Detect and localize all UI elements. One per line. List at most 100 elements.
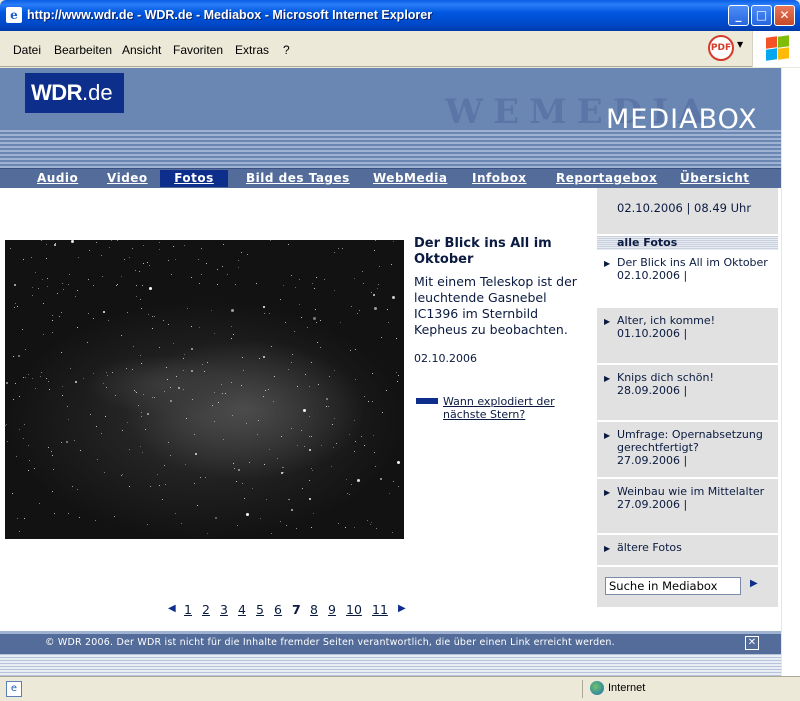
star: [107, 375, 108, 376]
sidebar-entry-active[interactable]: ▶ Der Blick ins All im Oktober 02.10.2006…: [597, 250, 778, 307]
star: [238, 267, 239, 268]
star: [164, 465, 165, 466]
star: [258, 420, 259, 421]
star: [88, 313, 89, 314]
page-link-10[interactable]: 10: [346, 602, 362, 617]
star: [52, 332, 53, 333]
star: [135, 270, 136, 271]
star: [191, 326, 192, 327]
pager-next-icon[interactable]: ▶: [398, 603, 406, 614]
page-link-3[interactable]: 3: [220, 602, 228, 617]
star: [22, 329, 23, 330]
page-link-11[interactable]: 11: [372, 602, 388, 617]
sidebar-entry[interactable]: ▶ Weinbau wie im Mittelalter 27.09.2006 |: [597, 479, 778, 533]
sidebar-older-photos[interactable]: ▶ ältere Fotos: [597, 535, 778, 565]
globe-icon: [590, 681, 604, 695]
sidebar-entry[interactable]: ▶ Alter, ich komme! 01.10.2006 |: [597, 308, 778, 363]
star: [12, 493, 13, 494]
star: [28, 374, 29, 375]
nav-infobox[interactable]: Infobox: [472, 170, 527, 187]
star: [148, 314, 149, 315]
pager-prev-icon[interactable]: ◀: [168, 603, 176, 614]
page-link-5[interactable]: 5: [256, 602, 264, 617]
star: [154, 397, 155, 398]
footer: © WDR 2006. Der WDR ist nicht für die In…: [0, 631, 781, 654]
star: [372, 401, 373, 402]
star: [347, 493, 348, 494]
star: [150, 486, 151, 487]
star: [265, 390, 266, 391]
star: [133, 346, 134, 347]
star: [114, 516, 115, 517]
nav-audio[interactable]: Audio: [37, 170, 78, 187]
menu-bearbeiten[interactable]: Bearbeiten: [54, 43, 112, 57]
star: [132, 248, 133, 249]
star: [269, 313, 270, 314]
page-link-8[interactable]: 8: [310, 602, 318, 617]
nav-fotos[interactable]: Fotos: [160, 170, 228, 187]
maximize-button[interactable]: □: [751, 5, 772, 26]
pdf-icon[interactable]: PDF: [708, 35, 734, 61]
star: [286, 525, 287, 526]
star: [221, 384, 222, 385]
star: [354, 278, 355, 279]
nav-reportagebox[interactable]: Reportagebox: [556, 170, 657, 187]
sidebar-entry[interactable]: ▶ Umfrage: Opernabsetzung gerechtfertigt…: [597, 422, 778, 477]
menu-ansicht[interactable]: Ansicht: [122, 43, 161, 57]
star: [370, 524, 371, 525]
nav-uebersicht[interactable]: Übersicht: [680, 170, 750, 187]
menu-favoriten[interactable]: Favoriten: [173, 43, 223, 57]
page-link-2[interactable]: 2: [202, 602, 210, 617]
nav-bild-des-tages[interactable]: Bild des Tages: [246, 170, 350, 187]
star: [214, 392, 215, 393]
sidebar-entry[interactable]: ▶ Knips dich schön! 28.09.2006 |: [597, 365, 778, 420]
page-link-6[interactable]: 6: [274, 602, 282, 617]
star: [381, 337, 382, 338]
related-article-link[interactable]: Wann explodiert der nächste Stern?: [443, 395, 583, 421]
page-link-1[interactable]: 1: [184, 602, 192, 617]
close-icon[interactable]: ✕: [745, 636, 759, 650]
star: [25, 377, 26, 378]
star: [315, 309, 316, 310]
page-link-9[interactable]: 9: [328, 602, 336, 617]
menu-datei[interactable]: Datei: [13, 43, 41, 57]
star: [19, 429, 20, 430]
star: [243, 370, 244, 371]
star: [299, 279, 300, 280]
sidebar-section-header: alle Fotos: [597, 236, 778, 250]
star: [25, 349, 26, 350]
nav-webmedia[interactable]: WebMedia: [373, 170, 447, 187]
star: [165, 484, 166, 485]
star: [191, 370, 193, 372]
star: [263, 356, 265, 358]
menu-help[interactable]: ?: [283, 43, 290, 57]
star: [201, 274, 202, 275]
star: [51, 451, 52, 452]
star: [304, 446, 305, 447]
star: [361, 436, 362, 437]
nav-video[interactable]: Video: [107, 170, 148, 187]
star: [235, 284, 236, 285]
search-go-icon[interactable]: ▶: [750, 578, 758, 589]
star: [159, 249, 160, 250]
star: [260, 518, 261, 519]
star: [281, 472, 283, 474]
star: [77, 489, 78, 490]
page-link-4[interactable]: 4: [238, 602, 246, 617]
vertical-scrollbar[interactable]: [781, 68, 800, 676]
star: [291, 428, 292, 429]
minimize-button[interactable]: _: [728, 5, 749, 26]
star: [140, 446, 141, 447]
star: [309, 480, 310, 481]
search-input[interactable]: [605, 577, 741, 595]
menu-extras[interactable]: Extras: [235, 43, 269, 57]
close-button[interactable]: ✕: [774, 5, 795, 26]
star: [187, 308, 188, 309]
wdr-logo[interactable]: WDR.de: [25, 73, 124, 113]
chevron-down-icon[interactable]: ▼: [737, 40, 743, 49]
star: [67, 406, 68, 407]
star: [28, 445, 29, 446]
star: [377, 288, 378, 289]
star: [207, 533, 208, 534]
star: [62, 395, 63, 396]
